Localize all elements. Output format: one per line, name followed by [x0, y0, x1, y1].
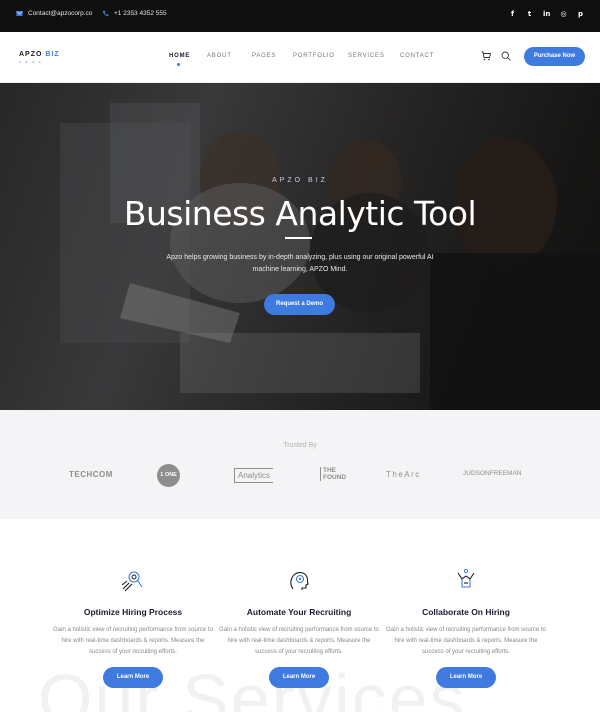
- learn-more-button[interactable]: Learn More: [436, 667, 496, 688]
- nav-active-indicator: [177, 63, 180, 66]
- brand-logo-the-found: THE FOUND: [320, 467, 354, 481]
- nav-about[interactable]: ABOUT: [207, 53, 232, 59]
- nav-pages[interactable]: PAGES: [252, 53, 276, 59]
- search-icon[interactable]: [501, 51, 511, 61]
- brand-logo-one: 1 ONE: [157, 464, 180, 487]
- social-links: f t in ◎ p: [509, 10, 584, 18]
- service-description: Gain a holistic view of recruiting perfo…: [53, 627, 213, 655]
- email-contact[interactable]: Contact@apzocorp.co: [16, 10, 92, 17]
- brand-logo-judsonfreeman: JUDSONFREEMAN: [463, 470, 522, 477]
- twitter-icon[interactable]: t: [526, 10, 533, 18]
- service-title: Optimize Hiring Process: [83, 607, 183, 617]
- logo-dots: ● ● ● ●: [19, 60, 43, 64]
- top-bar: Contact@apzocorp.co +1 2353 4352 555 f t…: [0, 0, 600, 32]
- nav-contact[interactable]: CONTACT: [400, 53, 434, 59]
- trusted-by-section: Trusted By TECHCOM 1 ONE Analytics THE F…: [0, 410, 600, 519]
- service-description: Gain a holistic view of recruiting perfo…: [386, 627, 546, 655]
- service-description: Gain a holistic view of recruiting perfo…: [219, 627, 379, 655]
- nav-home[interactable]: HOME: [169, 53, 190, 59]
- service-title: Automate Your Recruiting: [246, 607, 352, 617]
- linkedin-icon[interactable]: in: [543, 10, 550, 18]
- site-logo[interactable]: APZO BIZ: [19, 51, 60, 58]
- hero-overlay: [0, 83, 600, 410]
- collaboration-hands-icon: [457, 568, 475, 588]
- hero-divider: [285, 237, 312, 239]
- service-card-collaborate: Collaborate On Hiring Gain a holistic vi…: [386, 567, 546, 688]
- request-demo-button[interactable]: Request a Demo: [264, 294, 335, 315]
- trusted-label: Trusted By: [283, 442, 317, 449]
- facebook-icon[interactable]: f: [509, 10, 516, 18]
- hero-section: APZO BIZ Business Analytic Tool Apzo hel…: [0, 83, 600, 410]
- hero-subtitle: Apzo helps growing business by in-depth …: [166, 254, 434, 273]
- cart-icon[interactable]: [481, 51, 491, 61]
- hiring-target-icon: [121, 571, 143, 592]
- learn-more-button[interactable]: Learn More: [269, 667, 329, 688]
- services-section: Our Services Optimize Hiring Process Gai…: [0, 519, 600, 712]
- learn-more-button[interactable]: Learn More: [103, 667, 163, 688]
- phone-contact[interactable]: +1 2353 4352 555: [102, 10, 167, 17]
- pinterest-icon[interactable]: p: [577, 10, 584, 18]
- phone-icon: [102, 10, 109, 17]
- logo-apzo: APZO: [19, 51, 43, 58]
- site-header: APZO BIZ ● ● ● ● HOME ABOUT PAGES PORTFO…: [0, 32, 600, 83]
- service-card-optimize: Optimize Hiring Process Gain a holistic …: [53, 567, 213, 688]
- envelope-icon: [16, 11, 23, 16]
- nav-services[interactable]: SERVICES: [348, 53, 385, 59]
- service-card-automate: Automate Your Recruiting Gain a holistic…: [219, 567, 379, 688]
- email-text: Contact@apzocorp.co: [28, 10, 93, 17]
- hero-title: Business Analytic Tool: [123, 194, 477, 233]
- service-title: Collaborate On Hiring: [422, 607, 510, 617]
- purchase-now-button[interactable]: Purchase Now: [524, 47, 585, 66]
- automation-head-icon: [290, 572, 309, 590]
- phone-text: +1 2353 4352 555: [114, 10, 167, 17]
- brand-logo-thearc: TheArc: [386, 470, 421, 479]
- brand-logo-techcom: TECHCOM: [69, 470, 113, 479]
- brand-logo-analytics: Analytics: [234, 468, 274, 483]
- hero-eyebrow: APZO BIZ: [272, 177, 328, 184]
- logo-biz: BIZ: [45, 51, 60, 58]
- instagram-icon[interactable]: ◎: [560, 10, 567, 18]
- nav-portfolio[interactable]: PORTFOLIO: [293, 53, 335, 59]
